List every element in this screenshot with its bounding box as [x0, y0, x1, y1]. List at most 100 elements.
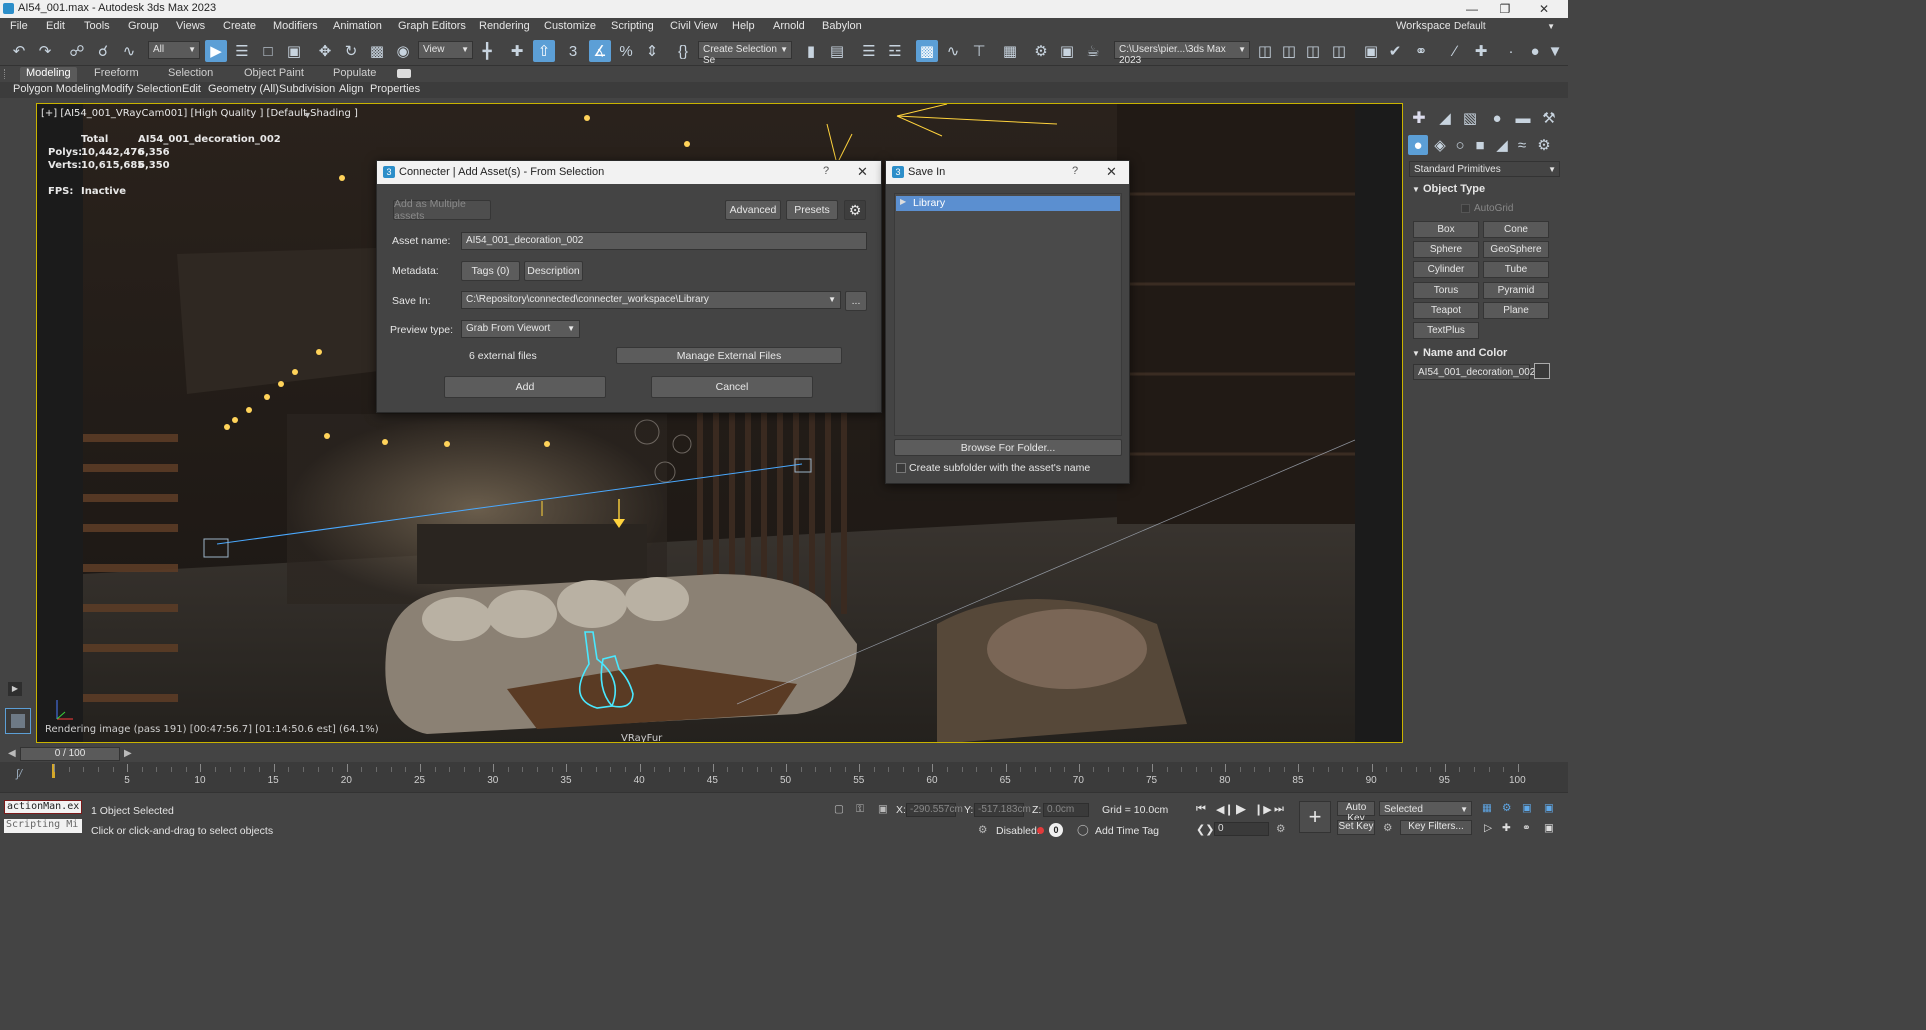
rect-selection-icon[interactable]: □ [257, 40, 279, 62]
close-button[interactable]: ✕ [1534, 1, 1554, 17]
geosphere-button[interactable]: GeoSphere [1483, 241, 1549, 258]
menu-arnold[interactable]: Arnold [773, 20, 805, 32]
play-icon[interactable]: ▶ [1236, 801, 1246, 817]
pyramid-button[interactable]: Pyramid [1483, 282, 1549, 299]
connecter-dialog-titlebar[interactable]: 3 Connecter | Add Asset(s) - From Select… [377, 161, 881, 184]
snap-brush-icon[interactable]: ∕ [1444, 40, 1466, 62]
time-slider-thumb[interactable]: 0 / 100 [20, 747, 120, 761]
time-slider[interactable]: ◀ 0 / 100 ▶ [0, 746, 1568, 762]
object-name-input[interactable]: AI54_001_decoration_002 [1413, 364, 1535, 380]
script-status-icon[interactable]: ⚙ [978, 824, 987, 836]
scene-explorer-icon[interactable]: ☰ [858, 40, 880, 62]
ribbon-align[interactable]: Align [339, 83, 363, 95]
unlink-icon[interactable]: ☌ [92, 40, 114, 62]
scale-icon[interactable]: ▩ [366, 40, 388, 62]
maxscript-listener-input[interactable]: actionMan.ex [4, 800, 82, 814]
chevron-right-icon[interactable]: ▶ [124, 748, 136, 760]
settings-gear-icon[interactable]: ⚙ [844, 200, 866, 220]
align-icon[interactable]: ▤ [826, 40, 848, 62]
pan-icon[interactable]: ▷ [1484, 822, 1492, 834]
z-coordinate-field[interactable]: 0.0cm [1043, 803, 1089, 817]
create-subfolder-checkbox[interactable] [896, 463, 906, 473]
render-setup-icon[interactable]: ⚙ [1030, 40, 1052, 62]
place-icon[interactable]: ◉ [392, 40, 414, 62]
helpers-category-icon[interactable]: ◢ [1492, 135, 1512, 155]
ribbon-options-icon[interactable] [397, 69, 411, 78]
rotate-icon[interactable]: ↻ [340, 40, 362, 62]
move-icon[interactable]: ✥ [314, 40, 336, 62]
isolate-selection-icon[interactable]: ▢ [834, 803, 844, 815]
menu-babylon[interactable]: Babylon [822, 20, 862, 32]
redo-icon[interactable]: ↷ [34, 40, 56, 62]
close-icon[interactable]: ✕ [1106, 164, 1117, 180]
menu-create[interactable]: Create [223, 20, 256, 32]
select-by-name-icon[interactable]: ☰ [231, 40, 253, 62]
set-key-plus-button[interactable]: + [1299, 801, 1331, 833]
help-icon[interactable]: ? [823, 165, 829, 177]
presets-button[interactable]: Presets [786, 200, 838, 220]
project-path-dropdown[interactable]: C:\Users\pier...\3ds Max 2023 ▼ [1114, 41, 1250, 66]
min-max-toggle-icon[interactable]: ▣ [1544, 822, 1554, 834]
workspaces-dropdown[interactable]: Default ▼ [1450, 19, 1558, 35]
cone-button[interactable]: Cone [1483, 221, 1549, 238]
browse-path-button[interactable]: ... [845, 291, 867, 311]
ribbon-modify-selection[interactable]: Modify Selection [101, 83, 182, 95]
walkthrough-icon[interactable]: ⚭ [1522, 822, 1531, 834]
window-crossing-icon[interactable]: ▣ [283, 40, 305, 62]
bind-spacewarp-icon[interactable]: ∿ [118, 40, 140, 62]
sync-icon[interactable]: ⚭ [1410, 40, 1432, 62]
maxscript-listener-output[interactable]: Scripting Mi [4, 819, 82, 833]
hierarchy-panel-icon[interactable]: ▧ [1459, 107, 1481, 129]
zoom-extents-icon[interactable]: ▦ [1482, 802, 1492, 814]
keyboard-shortcut-icon[interactable]: ⇧ [533, 40, 555, 62]
minimize-button[interactable]: — [1462, 1, 1482, 17]
angle-snap-icon[interactable]: ∡ [589, 40, 611, 62]
advanced-button[interactable]: Advanced [725, 200, 781, 220]
textplus-button[interactable]: TextPlus [1413, 322, 1479, 339]
chevron-down-icon[interactable]: ▼ [1544, 40, 1566, 62]
preview-type-dropdown[interactable]: Grab From Viewort ▼ [461, 320, 580, 338]
checkmark-icon[interactable]: ✔ [1384, 40, 1406, 62]
menu-views[interactable]: Views [176, 20, 205, 32]
description-button[interactable]: Description [524, 261, 583, 281]
menu-rendering[interactable]: Rendering [479, 20, 530, 32]
name-and-color-header[interactable]: ▼ Name and Color [1412, 347, 1507, 359]
tab-populate[interactable]: Populate [327, 67, 382, 82]
asset-name-input[interactable]: AI54_001_decoration_002 [461, 232, 867, 250]
save-in-dropdown[interactable]: C:\Repository\connected\connecter_worksp… [461, 291, 841, 309]
ribbon-geometry-all[interactable]: Geometry (All) [208, 83, 279, 95]
menu-file[interactable]: File [10, 20, 28, 32]
menu-civil-view[interactable]: Civil View [670, 20, 717, 32]
tab-selection[interactable]: Selection [162, 67, 219, 82]
undo-icon[interactable]: ↶ [8, 40, 30, 62]
material-editor-icon[interactable]: ▦ [999, 40, 1021, 62]
help-icon[interactable]: ? [1072, 165, 1078, 177]
x-coordinate-field[interactable]: -290.557cm [906, 803, 963, 817]
menu-scripting[interactable]: Scripting [611, 20, 654, 32]
tab-modeling[interactable]: Modeling [20, 67, 77, 82]
manage-external-files-button[interactable]: Manage External Files [616, 347, 842, 364]
sphere-button[interactable]: Sphere [1413, 241, 1479, 258]
link-icon[interactable]: ☍ [66, 40, 88, 62]
edit-named-selection-icon[interactable]: {} [672, 40, 694, 62]
go-to-end-icon[interactable]: ⏭ [1274, 803, 1284, 816]
field-of-view-icon[interactable]: ✚ [1502, 822, 1511, 834]
pivot-center-icon[interactable]: ╋ [476, 40, 498, 62]
maximize-viewport-icon[interactable]: ▣ [1522, 802, 1532, 814]
menu-customize[interactable]: Customize [544, 20, 596, 32]
project-settings-icon[interactable]: ◫ [1328, 40, 1350, 62]
browse-for-folder-button[interactable]: Browse For Folder... [894, 439, 1122, 456]
current-frame-spinner[interactable]: 0 [1214, 822, 1269, 836]
object-type-header[interactable]: ▼ Object Type [1412, 183, 1485, 195]
filter-icon[interactable]: ▼ [303, 110, 312, 120]
save-icon[interactable]: ▣ [1360, 40, 1382, 62]
move-dim-icon[interactable]: ✚ [1470, 40, 1492, 62]
time-config-icon[interactable]: ⚙ [1276, 823, 1285, 835]
maximize-button[interactable]: ❐ [1495, 1, 1515, 17]
track-bar[interactable]: ∫/ 5 10 15 20 25 30 35 40 45 50 55 60 65 70 75 80 85 90 95… [0, 762, 1568, 792]
menu-animation[interactable]: Animation [333, 20, 382, 32]
selection-filter-dropdown[interactable]: All ▼ [148, 41, 200, 59]
add-button[interactable]: Add [444, 376, 606, 398]
mini-curve-editor-icon[interactable]: ∫/ [16, 768, 22, 780]
lock-icon[interactable]: ⚿ [856, 803, 864, 816]
